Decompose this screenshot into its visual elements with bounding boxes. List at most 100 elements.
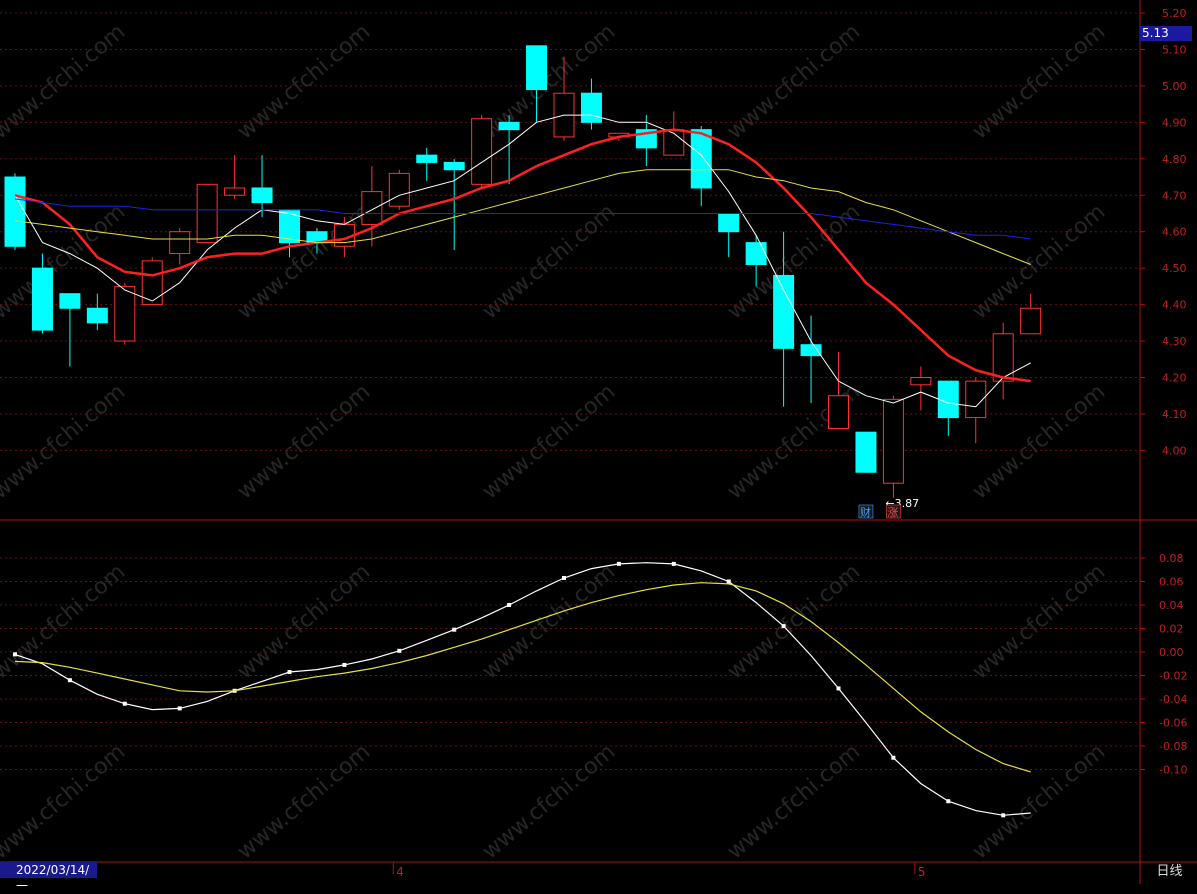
watermark-text: www.cfchi.com <box>478 559 620 684</box>
watermark-text: www.cfchi.com <box>233 559 375 684</box>
watermark-text: www.cfchi.com <box>0 379 130 504</box>
price-tick-label: 4.10 <box>1162 408 1187 421</box>
oscillator-line <box>14 562 1031 816</box>
candle <box>59 293 81 367</box>
moving-average-line <box>14 128 1031 383</box>
oscillator-marker <box>452 627 457 632</box>
osc-tick-label: -0.02 <box>1159 670 1187 683</box>
price-axis: 5.20 5.10 5.00 4.90 4.80 4.70 4.60 4.50 4.40 4.30… <box>1140 7 1187 457</box>
candle <box>169 228 191 265</box>
oscillator-marker <box>122 701 127 706</box>
watermark-text: www.cfchi.com <box>233 199 375 324</box>
candle <box>718 212 740 258</box>
candle <box>86 293 108 331</box>
watermark-text: www.cfchi.com <box>0 19 130 144</box>
candle-body-up <box>361 191 383 225</box>
oscillator-marker <box>13 652 17 657</box>
watermark-text: www.cfchi.com <box>233 19 375 144</box>
watermark-text: www.cfchi.com <box>233 379 375 504</box>
price-tick-label: 4.70 <box>1162 189 1187 202</box>
oscillator-marker <box>177 706 182 711</box>
oscillator-marker <box>1001 813 1006 818</box>
watermark-text: www.cfchi.com <box>723 559 865 684</box>
stock-chart: www.cfchi.com www.cfchi.com www.cfchi.com w… <box>0 0 1197 884</box>
candle-body-down <box>59 293 81 309</box>
oscillator-marker <box>562 575 566 580</box>
osc-tick-label: 0.00 <box>1159 646 1184 659</box>
oscillator-marker <box>287 669 292 674</box>
watermark-layer: www.cfchi.com www.cfchi.com www.cfchi.com w… <box>0 19 1110 864</box>
oscillator-marker <box>946 799 951 804</box>
candle-body-down <box>416 154 438 163</box>
candle <box>4 173 26 250</box>
oscillator-marker <box>342 662 347 667</box>
time-tick-label: 4 <box>396 865 404 879</box>
candle-body-up <box>114 285 136 342</box>
price-tick-label: 5.00 <box>1162 80 1187 93</box>
period-selector[interactable]: 日线 <box>1142 862 1197 882</box>
watermark-text: www.cfchi.com <box>968 379 1110 504</box>
candle-body-down <box>31 267 53 331</box>
price-tick-label: 5.20 <box>1162 7 1187 20</box>
moving-average-lines <box>14 114 1031 408</box>
candle <box>471 115 493 188</box>
candle <box>443 158 465 250</box>
candle <box>416 147 438 181</box>
watermark-text: www.cfchi.com <box>233 739 375 864</box>
watermark-text: www.cfchi.com <box>478 379 620 504</box>
candle-body-down <box>526 45 548 91</box>
osc-tick-label: -0.08 <box>1159 740 1187 753</box>
candle <box>855 431 877 473</box>
candle <box>498 115 520 185</box>
watermark-text: www.cfchi.com <box>968 739 1110 864</box>
candle <box>992 322 1014 400</box>
candle-body-up <box>828 395 849 430</box>
annotations: ←3.87财涨 <box>858 497 919 519</box>
candle-body-down <box>745 242 767 266</box>
candle-body-down <box>86 307 108 324</box>
candle-body-down <box>4 176 26 247</box>
oscillator-marker <box>67 678 72 683</box>
candle-body-down <box>937 380 959 419</box>
price-tick-label: 4.40 <box>1162 299 1187 312</box>
candle <box>141 257 163 306</box>
osc-tick-label: -0.06 <box>1159 717 1187 730</box>
event-badge-text: 财 <box>860 505 871 519</box>
candle <box>114 282 136 345</box>
osc-tick-label: -0.04 <box>1159 693 1187 706</box>
watermark-text: www.cfchi.com <box>968 199 1110 324</box>
price-tick-label: 4.50 <box>1162 262 1187 275</box>
price-tick-label: 4.80 <box>1162 153 1187 166</box>
oscillator-marker <box>891 755 896 760</box>
candle-body-down <box>800 344 822 357</box>
moving-average-line <box>14 198 1031 240</box>
candle <box>251 155 273 218</box>
oscillator-marker <box>507 603 512 607</box>
candle-body-up <box>1020 307 1042 335</box>
watermark-text: www.cfchi.com <box>723 739 865 864</box>
candle <box>1020 293 1042 335</box>
candle-body-down <box>498 121 520 131</box>
candle-body-down <box>690 129 712 189</box>
current-price-tag: 5.13 <box>1140 26 1192 41</box>
watermark-text: www.cfchi.com <box>968 559 1110 684</box>
osc-tick-label: 0.04 <box>1159 599 1184 612</box>
time-tick-label: 5 <box>918 865 926 879</box>
price-tick-label: 4.90 <box>1162 116 1187 129</box>
candle <box>388 169 410 210</box>
candle <box>882 395 904 498</box>
price-tick-label: 4.30 <box>1162 335 1187 348</box>
candle-body-down <box>718 212 740 233</box>
candle <box>196 183 218 244</box>
oscillator-axis: 0.08 0.06 0.04 0.02 0.00 -0.02 -0.04 -0.06 -0.08… <box>1140 552 1187 777</box>
candle-body-down <box>443 161 465 171</box>
candle-body-down <box>773 274 795 349</box>
candle <box>224 155 246 199</box>
candle-body-up <box>169 231 191 255</box>
candle-body-up <box>471 118 493 185</box>
oscillator-marker <box>671 561 676 566</box>
oscillator-lines <box>13 561 1031 818</box>
oscillator-marker <box>836 686 841 691</box>
candle-body-down <box>251 187 273 204</box>
osc-tick-label: -0.10 <box>1159 764 1187 777</box>
